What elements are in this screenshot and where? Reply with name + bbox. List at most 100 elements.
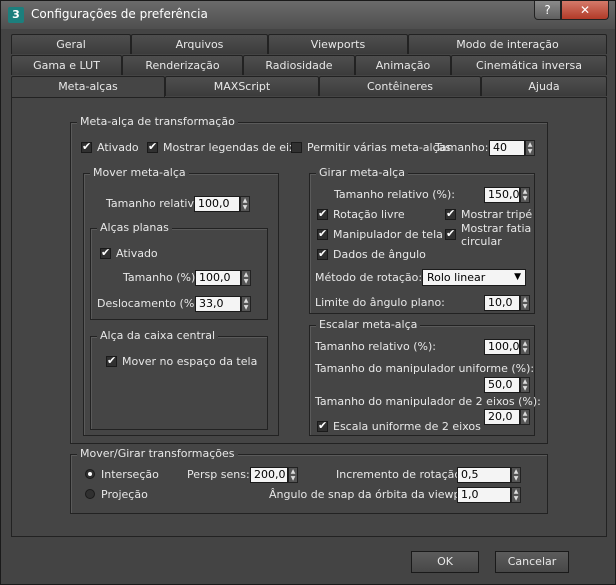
planes-offset-field[interactable]: 33,0 (195, 296, 241, 312)
spinner-arrows-icon[interactable]: ▲ ▼ (241, 296, 251, 312)
spinner-arrows-icon[interactable]: ▲ ▼ (240, 196, 250, 212)
group-title: Meta-alça de transformação (77, 115, 238, 129)
tab-arquivos[interactable]: Arquivos (131, 34, 268, 54)
rotation-increment-field[interactable]: 0,5 (457, 467, 511, 483)
tab-renderizacao[interactable]: Renderização (122, 55, 243, 75)
persp-sens-field[interactable]: 200,0 (250, 467, 288, 483)
ok-button[interactable]: OK (411, 551, 479, 573)
tab-viewports[interactable]: Viewports (268, 34, 408, 54)
orbit-snap-label: Ângulo de snap da órbita da viewport: (269, 488, 480, 501)
show-axis-labels-label: Mostrar legendas de eixo (163, 141, 303, 154)
spinner-arrows-icon[interactable]: ▲ ▼ (288, 467, 298, 483)
scale-rel-size-field[interactable]: 100,0 (484, 339, 520, 355)
uniform-manip-spinner[interactable]: 50,0 ▲ ▼ (484, 377, 532, 393)
plane-limit-label: Limite do ângulo plano: (315, 296, 445, 309)
spinner-arrows-icon[interactable]: ▲ ▼ (520, 187, 530, 203)
spinner-arrows-icon[interactable]: ▲ ▼ (520, 339, 530, 355)
rotate-rel-size-spinner[interactable]: 150,0 ▲ ▼ (484, 187, 532, 203)
projection-label: Projeção (101, 488, 148, 501)
group-title: Alça da caixa central (97, 329, 219, 343)
preferences-dialog: 3 Configurações de preferência ? ✕ Geral… (0, 0, 616, 585)
plane-limit-field[interactable]: 10,0 (484, 295, 520, 311)
spinner-arrows-icon[interactable]: ▲ ▼ (241, 270, 251, 286)
app-logo-icon: 3 (8, 7, 24, 23)
move-gizmo-group: Mover meta-alça Tamanho relativo 100,0 ▲… (83, 166, 279, 436)
show-axis-labels-checkbox[interactable] (147, 140, 158, 153)
free-rotation-label: Rotação livre (333, 208, 405, 221)
planes-enabled-checkbox[interactable] (100, 246, 111, 259)
window-title: Configurações de preferência (31, 7, 208, 21)
screen-manipulator-checkbox[interactable] (317, 227, 328, 240)
uniform-manip-field[interactable]: 50,0 (484, 377, 520, 393)
chevron-down-icon: ▼ (514, 272, 521, 282)
scale-rel-size-spinner[interactable]: 100,0 ▲ ▼ (484, 339, 532, 355)
persp-sens-spinner[interactable]: 200,0 ▲ ▼ (250, 467, 300, 483)
tab-meta-alcas[interactable]: Meta-alças (11, 76, 165, 98)
tab-animacao[interactable]: Animação (355, 55, 451, 75)
show-pie-checkbox[interactable] (445, 227, 456, 240)
group-title: Escalar meta-alça (316, 318, 421, 332)
plane-limit-spinner[interactable]: 10,0 ▲ ▼ (484, 295, 532, 311)
angle-data-checkbox[interactable] (317, 247, 328, 260)
tab-gama-lut[interactable]: Gama e LUT (11, 55, 122, 75)
title-bar: 3 Configurações de preferência ? ✕ (1, 1, 615, 29)
two-axis-manip-spinner[interactable]: 20,0 ▲ ▼ (484, 409, 532, 425)
uniform-2axis-label: Escala uniforme de 2 eixos (333, 420, 481, 433)
tab-maxscript[interactable]: MAXScript (165, 76, 319, 96)
tab-ajuda[interactable]: Ajuda (481, 76, 607, 96)
planes-size-field[interactable]: 100,0 (195, 270, 241, 286)
center-box-group: Alça da caixa central Mover no espaço da… (90, 329, 268, 430)
close-button[interactable]: ✕ (561, 1, 609, 20)
meta-alcas-panel: Meta-alça de transformação Ativado Mostr… (11, 97, 607, 537)
orbit-snap-spinner[interactable]: 1,0 ▲ ▼ (457, 487, 523, 503)
show-tripod-label: Mostrar tripé (461, 208, 533, 221)
cancel-button[interactable]: Cancelar (495, 551, 569, 573)
spinner-arrows-icon[interactable]: ▲ ▼ (511, 467, 521, 483)
planes-size-label: Tamanho (%): (123, 271, 200, 284)
rotation-method-select[interactable]: Rolo linear ▼ (422, 269, 526, 286)
orbit-snap-field[interactable]: 1,0 (457, 487, 511, 503)
spinner-arrows-icon[interactable]: ▲ ▼ (520, 377, 530, 393)
plane-handles-group: Alças planas Ativado Tamanho (%): 100,0 … (90, 221, 268, 320)
uniform-manip-label: Tamanho do manipulador uniforme (%): (315, 362, 535, 375)
tab-cinematica-inversa[interactable]: Cinemática inversa (451, 55, 607, 75)
tab-conteineres[interactable]: Contêineres (319, 76, 481, 96)
rotation-method-value: Rolo linear (427, 271, 486, 284)
planes-size-spinner[interactable]: 100,0 ▲ ▼ (195, 270, 253, 286)
tab-modo-interacao[interactable]: Modo de interação (408, 34, 607, 54)
intersection-radio[interactable] (85, 469, 95, 479)
size-spinner[interactable]: 40 ▲ ▼ (489, 140, 537, 156)
group-title: Alças planas (97, 221, 172, 235)
rotation-increment-spinner[interactable]: 0,5 ▲ ▼ (457, 467, 523, 483)
scale-gizmo-group: Escalar meta-alça Tamanho relativo (%): … (309, 318, 541, 436)
spinner-arrows-icon[interactable]: ▲ ▼ (525, 140, 535, 156)
uniform-2axis-checkbox[interactable] (317, 419, 328, 432)
group-title: Mover meta-alça (90, 166, 189, 180)
move-rel-size-label: Tamanho relativo (106, 197, 201, 210)
enabled-checkbox[interactable] (81, 140, 92, 153)
spinner-arrows-icon[interactable]: ▲ ▼ (520, 409, 530, 425)
free-rotation-checkbox[interactable] (317, 207, 328, 220)
rotate-gizmo-group: Girar meta-alça Tamanho relativo (%): 15… (309, 166, 535, 314)
spinner-arrows-icon[interactable]: ▲ ▼ (520, 295, 530, 311)
move-screen-space-checkbox[interactable] (106, 354, 117, 367)
size-label: Tamanho: (435, 141, 489, 154)
help-button[interactable]: ? (534, 1, 561, 20)
two-axis-manip-field[interactable]: 20,0 (484, 409, 520, 425)
rotate-rel-size-field[interactable]: 150,0 (484, 187, 520, 203)
move-rel-size-field[interactable]: 100,0 (194, 196, 240, 212)
size-field[interactable]: 40 (489, 140, 525, 156)
group-title: Girar meta-alça (316, 166, 408, 180)
show-tripod-checkbox[interactable] (445, 207, 456, 220)
tab-radiosidade[interactable]: Radiosidade (243, 55, 355, 75)
allow-multiple-checkbox[interactable] (291, 142, 302, 153)
spinner-arrows-icon[interactable]: ▲ ▼ (511, 487, 521, 503)
allow-multiple-label: Permitir várias meta-alças (307, 141, 452, 154)
move-rel-size-spinner[interactable]: 100,0 ▲ ▼ (194, 196, 252, 212)
planes-offset-spinner[interactable]: 33,0 ▲ ▼ (195, 296, 253, 312)
angle-data-label: Dados de ângulo (333, 248, 426, 261)
group-title: Mover/Girar transformações (77, 447, 238, 461)
projection-radio[interactable] (85, 489, 95, 499)
tab-geral[interactable]: Geral (11, 34, 131, 54)
intersection-label: Interseção (101, 468, 159, 481)
